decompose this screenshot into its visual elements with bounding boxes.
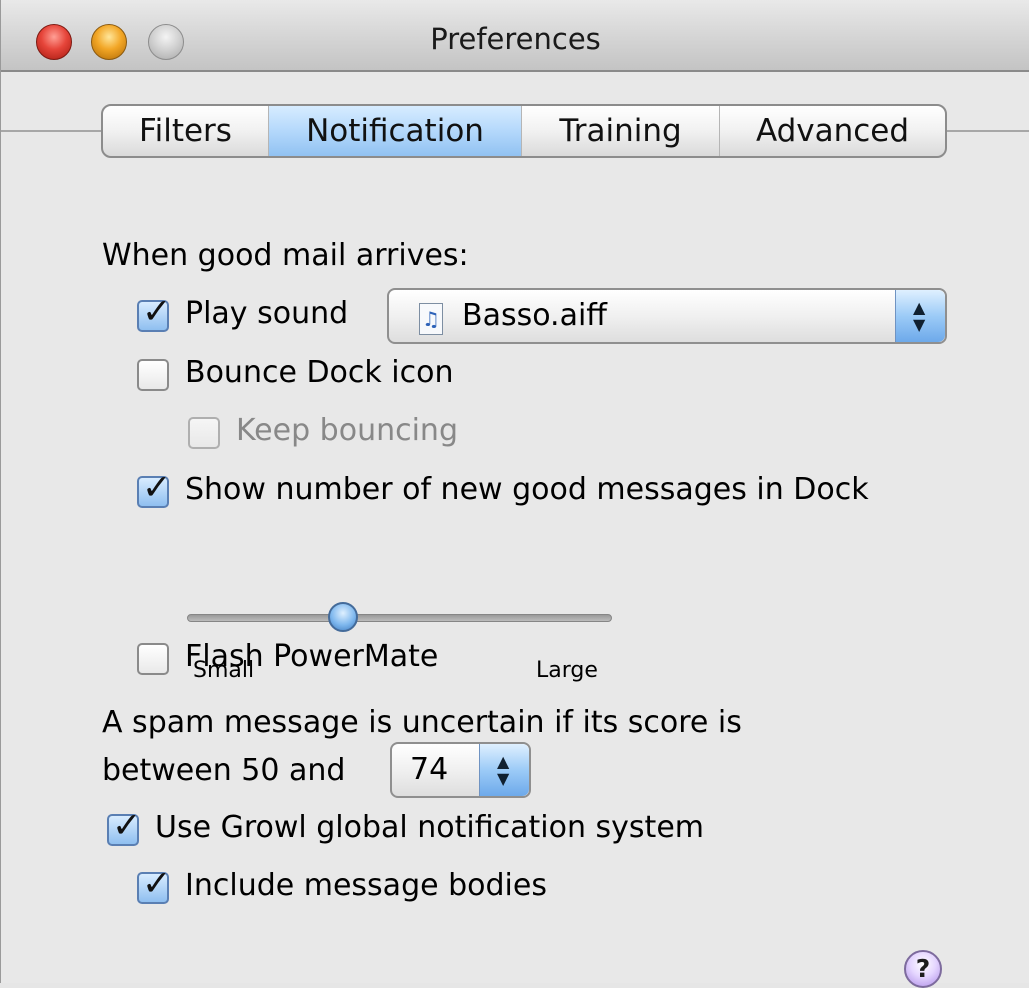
- spam-score-select-arrows: ▲ ▼: [479, 744, 529, 796]
- music-file-icon: ♫: [419, 303, 443, 335]
- sound-select-value: Basso.aiff: [462, 298, 607, 333]
- help-icon[interactable]: ?: [904, 950, 942, 988]
- show-number-checkbox[interactable]: ✓: [137, 468, 171, 508]
- keep-bouncing-checkbox[interactable]: [188, 417, 220, 449]
- window-title: Preferences: [430, 22, 601, 56]
- use-growl-label: Use Growl global notification system: [155, 810, 704, 845]
- bounce-dock-checkbox[interactable]: [137, 359, 169, 391]
- when-good-mail-label: When good mail arrives:: [102, 238, 469, 273]
- tab-filters[interactable]: Filters: [103, 106, 269, 156]
- preferences-content: Filters Notification Training Advanced W…: [1, 72, 1029, 988]
- preferences-window: Preferences Filters Notification Trainin…: [0, 0, 1029, 988]
- flash-powermate-label: Flash PowerMate: [185, 639, 439, 674]
- spam-score-select-value: 74: [410, 752, 449, 787]
- window-titlebar: Preferences: [1, 0, 1029, 72]
- show-number-label: Show number of new good messages in Dock: [185, 472, 869, 507]
- dock-badge-size-slider-track[interactable]: [187, 614, 612, 622]
- preferences-tab-bar: Filters Notification Training Advanced: [101, 104, 947, 158]
- chevron-down-icon: ▼: [497, 769, 510, 788]
- play-sound-label: Play sound: [185, 296, 349, 331]
- spam-score-text-line1: A spam message is uncertain if its score…: [102, 705, 742, 740]
- tab-training[interactable]: Training: [522, 106, 720, 156]
- flash-powermate-checkbox[interactable]: [137, 643, 169, 675]
- play-sound-checkbox[interactable]: ✓: [137, 292, 171, 332]
- slider-max-label: Large: [536, 658, 598, 683]
- spam-score-select[interactable]: 74 ▲ ▼: [390, 742, 531, 798]
- sound-select-arrows: ▲ ▼: [895, 290, 945, 342]
- sound-select[interactable]: ♫ Basso.aiff ▲ ▼: [387, 288, 947, 344]
- use-growl-checkbox[interactable]: ✓: [107, 806, 141, 846]
- check-mark-icon: ✓: [142, 292, 172, 332]
- tab-notification[interactable]: Notification: [269, 106, 522, 156]
- check-mark-icon: ✓: [142, 468, 172, 508]
- check-mark-icon: ✓: [112, 806, 142, 846]
- include-message-bodies-checkbox[interactable]: ✓: [137, 864, 171, 904]
- tab-advanced[interactable]: Advanced: [720, 106, 945, 156]
- include-message-bodies-label: Include message bodies: [185, 868, 547, 903]
- spam-score-text-line2: between 50 and: [102, 753, 346, 788]
- keep-bouncing-label: Keep bouncing: [236, 413, 458, 448]
- dock-badge-size-slider-thumb[interactable]: [328, 602, 358, 632]
- check-mark-icon: ✓: [142, 864, 172, 904]
- chevron-down-icon: ▼: [913, 315, 926, 334]
- bounce-dock-label: Bounce Dock icon: [185, 355, 454, 390]
